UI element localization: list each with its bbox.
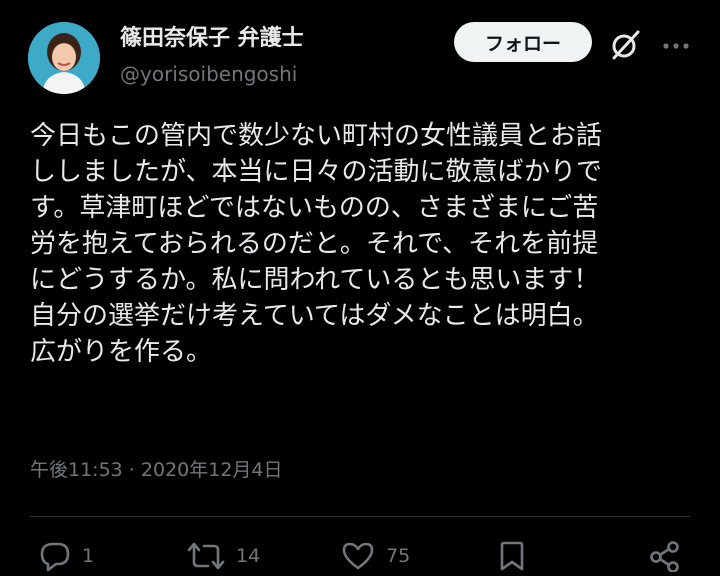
bookmark-icon [500, 541, 524, 571]
divider [30, 516, 690, 517]
user-handle[interactable]: @yorisoibengoshi [120, 62, 297, 86]
share-icon [650, 541, 679, 572]
avatar[interactable] [28, 22, 100, 94]
retweet-button[interactable]: 14 [186, 540, 260, 572]
retweet-count: 14 [236, 545, 261, 567]
tweet-text: 今日もこの管内で数少ない町村の女性議員とお話 ししましたが、本当に日々の活動に敬… [30, 118, 696, 370]
like-button[interactable]: 75 [340, 540, 410, 572]
tweet-text-line: 自分の選挙だけ考えていてはダメなことは明白。 [30, 301, 599, 331]
reply-icon [40, 542, 70, 572]
tweet-text-line: 労を抱えておられるのだと。それで、それを前提 [30, 229, 599, 259]
heart-icon [342, 542, 374, 570]
tweet-timestamp[interactable]: 午後11:53 · 2020年12月4日 [30, 455, 283, 482]
display-name[interactable]: 篠田奈保子 弁護士 [120, 20, 304, 52]
tweet-text-line: ししましたが、本当に日々の活動に敬意ばかりで [30, 157, 603, 187]
tweet-text-line: す。草津町ほどではないものの、さまざまにご苦 [30, 193, 599, 223]
like-count: 75 [386, 545, 411, 567]
grok-icon[interactable] [608, 28, 642, 62]
follow-button[interactable]: フォロー [454, 22, 592, 62]
bookmark-button[interactable] [498, 540, 526, 572]
more-options-icon[interactable] [662, 42, 690, 50]
tweet-text-line: にどうするか。私に問われているとも思います！ [30, 265, 600, 295]
reply-button[interactable]: 1 [38, 540, 94, 572]
retweet-icon [187, 542, 225, 570]
tweet-text-line: 広がりを作る。 [30, 337, 213, 367]
share-button[interactable] [648, 540, 682, 572]
tweet-text-line: 今日もこの管内で数少ない町村の女性議員とお話 [30, 121, 603, 151]
reply-count: 1 [82, 545, 95, 567]
